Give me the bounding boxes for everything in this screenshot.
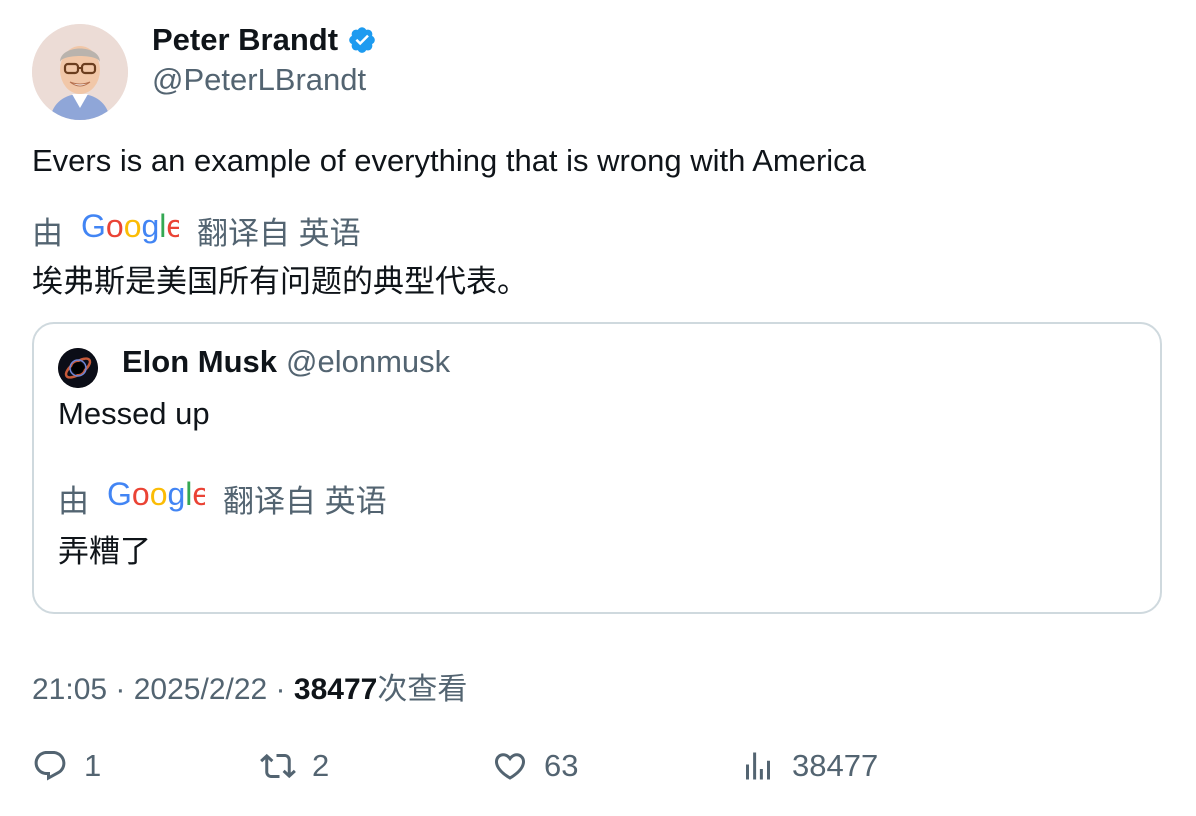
reply-button[interactable]: 1 bbox=[32, 748, 101, 784]
retweet-count: 2 bbox=[312, 748, 330, 783]
views-button[interactable]: 38477 bbox=[740, 748, 878, 784]
quote-name-row: Elon Musk @elonmusk bbox=[122, 344, 450, 380]
views-count: 38477 bbox=[293, 673, 378, 706]
retweet-button[interactable]: 2 bbox=[260, 748, 329, 784]
translated-by-label: 由 bbox=[32, 216, 63, 251]
google-logo[interactable]: Google bbox=[81, 208, 184, 253]
quote-translated-by-label: 由 bbox=[58, 484, 89, 519]
tweet-meta: 21:05 · 2025/2/22 · 38477 次查看 bbox=[32, 664, 467, 708]
author-avatar[interactable] bbox=[32, 24, 128, 120]
quote-translated-text: 弄糟了 bbox=[58, 534, 151, 569]
black-hole-image bbox=[58, 348, 98, 388]
avatar-illustration bbox=[32, 24, 128, 120]
analytics-icon bbox=[746, 752, 770, 780]
reply-icon bbox=[34, 751, 66, 781]
meta-separator: · bbox=[267, 673, 294, 706]
author-name[interactable]: Peter Brandt bbox=[152, 22, 338, 58]
tweet-date[interactable]: 2025/2/22 bbox=[134, 673, 267, 707]
translation-attribution: 由 Google 翻译自 英语 bbox=[32, 208, 361, 253]
svg-text:Google: Google bbox=[107, 477, 205, 512]
quote-avatar[interactable] bbox=[58, 348, 98, 388]
meta-separator: · bbox=[107, 673, 134, 706]
tweet-text: Evers is an example of everything that i… bbox=[32, 143, 866, 178]
reply-count: 1 bbox=[84, 748, 102, 783]
quote-google-logo[interactable]: Google bbox=[107, 476, 210, 521]
heart-icon bbox=[494, 753, 526, 780]
tweet-time[interactable]: 21:05 bbox=[32, 673, 107, 707]
quoted-tweet[interactable]: Elon Musk @elonmusk Messed up 由 Google 翻… bbox=[32, 322, 1162, 614]
views-label: 次查看 bbox=[377, 673, 468, 706]
quote-author-handle[interactable]: @elonmusk bbox=[286, 344, 450, 380]
quote-text: Messed up bbox=[58, 396, 210, 431]
quote-author-name[interactable]: Elon Musk bbox=[122, 344, 277, 380]
svg-text:Google: Google bbox=[81, 209, 179, 244]
action-bar: 1 2 63 38477 bbox=[32, 748, 1162, 792]
like-button[interactable]: 63 bbox=[492, 748, 578, 784]
translated-from-label[interactable]: 翻译自 英语 bbox=[197, 208, 361, 253]
like-count: 63 bbox=[544, 748, 579, 783]
verified-badge-icon bbox=[347, 25, 377, 55]
author-name-row: Peter Brandt bbox=[152, 22, 377, 58]
quote-translated-from-label[interactable]: 翻译自 英语 bbox=[223, 476, 387, 521]
views-action-count: 38477 bbox=[792, 748, 879, 783]
author-handle[interactable]: @PeterLBrandt bbox=[152, 62, 366, 98]
retweet-icon bbox=[260, 753, 296, 779]
quote-translation-attribution: 由 Google 翻译自 英语 bbox=[58, 476, 387, 521]
translated-text: 埃弗斯是美国所有问题的典型代表。 bbox=[32, 264, 528, 299]
